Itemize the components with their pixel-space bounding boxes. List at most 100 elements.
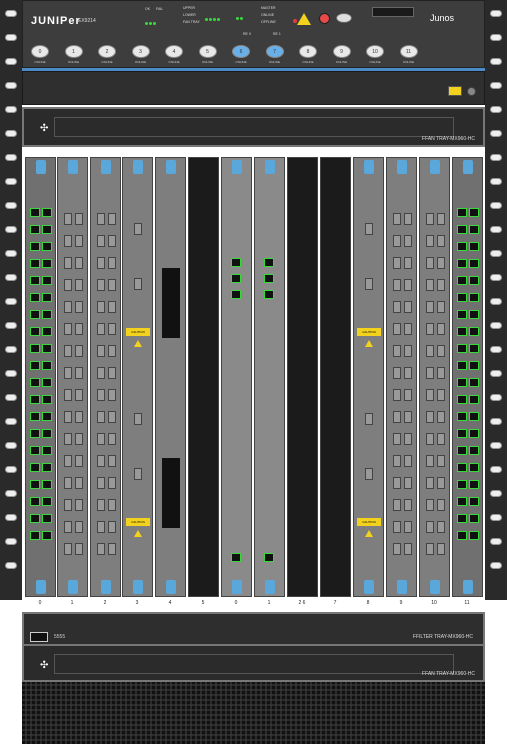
sfp-port[interactable] xyxy=(437,257,445,269)
sfp-port[interactable] xyxy=(404,477,412,489)
sfp-port[interactable] xyxy=(393,367,401,379)
sfp-port[interactable] xyxy=(64,367,72,379)
rj45-port[interactable] xyxy=(469,208,479,217)
ejector-latch-top[interactable] xyxy=(264,160,275,174)
sfp-port[interactable] xyxy=(393,477,401,489)
sfp-port[interactable] xyxy=(426,521,434,533)
ejector-latch-top[interactable] xyxy=(429,160,440,174)
rj45-port[interactable] xyxy=(42,242,52,251)
ejector-latch-top[interactable] xyxy=(231,160,242,174)
sfp-port[interactable] xyxy=(393,301,401,313)
sfp-port[interactable] xyxy=(404,543,412,555)
sfp-port[interactable] xyxy=(108,301,116,313)
sfp-port[interactable] xyxy=(393,389,401,401)
rj45-port[interactable] xyxy=(457,259,467,268)
slot-3-mic[interactable]: CAUTION CAUTION xyxy=(122,157,153,597)
slot-6-re[interactable] xyxy=(221,157,252,597)
sfp-port[interactable] xyxy=(393,257,401,269)
sfp-port[interactable] xyxy=(426,389,434,401)
ejector-latch-bottom[interactable] xyxy=(231,580,242,594)
sfp-port[interactable] xyxy=(64,543,72,555)
rj45-port[interactable] xyxy=(30,531,40,540)
rj45-port[interactable] xyxy=(30,259,40,268)
sfp-port[interactable] xyxy=(64,235,72,247)
rj45-port[interactable] xyxy=(457,225,467,234)
sfp-port[interactable] xyxy=(437,389,445,401)
sfp-port[interactable] xyxy=(97,323,105,335)
sfp-port[interactable] xyxy=(64,389,72,401)
sfp-port[interactable] xyxy=(97,499,105,511)
sfp-port[interactable] xyxy=(75,411,83,423)
sfp-port[interactable] xyxy=(97,257,105,269)
sfp-port[interactable] xyxy=(108,323,116,335)
sfp-port[interactable] xyxy=(108,257,116,269)
sfp-port[interactable] xyxy=(393,543,401,555)
ejector-latch-bottom[interactable] xyxy=(363,580,374,594)
rj45-port[interactable] xyxy=(42,344,52,353)
re-console-port[interactable] xyxy=(231,553,241,562)
rj45-port[interactable] xyxy=(457,412,467,421)
acknowledge-button[interactable] xyxy=(336,13,352,23)
sfp-port[interactable] xyxy=(426,499,434,511)
rj45-port[interactable] xyxy=(42,327,52,336)
rj45-port[interactable] xyxy=(30,446,40,455)
sfp-port[interactable] xyxy=(75,543,83,555)
rj45-port[interactable] xyxy=(469,412,479,421)
rj45-port[interactable] xyxy=(30,395,40,404)
sfp-port[interactable] xyxy=(97,411,105,423)
ejector-latch-top[interactable] xyxy=(67,160,78,174)
ejector-latch-bottom[interactable] xyxy=(67,580,78,594)
cfp-port[interactable] xyxy=(365,468,373,480)
rj45-port[interactable] xyxy=(42,378,52,387)
slot-4-blank[interactable] xyxy=(155,157,186,597)
sfp-port[interactable] xyxy=(64,455,72,467)
rj45-port[interactable] xyxy=(30,310,40,319)
sfp-port[interactable] xyxy=(97,543,105,555)
sfp-port[interactable] xyxy=(404,257,412,269)
ejector-latch-top[interactable] xyxy=(165,160,176,174)
rj45-port[interactable] xyxy=(457,429,467,438)
sfp-port[interactable] xyxy=(75,477,83,489)
sfp-port[interactable] xyxy=(75,257,83,269)
rj45-port[interactable] xyxy=(42,412,52,421)
rj45-port[interactable] xyxy=(457,514,467,523)
sfp-port[interactable] xyxy=(426,345,434,357)
sfp-port[interactable] xyxy=(97,213,105,225)
rj45-port[interactable] xyxy=(457,344,467,353)
sfp-port[interactable] xyxy=(108,235,116,247)
fpc-button-8[interactable]: 8 xyxy=(299,45,317,58)
ejector-latch-top[interactable] xyxy=(100,160,111,174)
rj45-port[interactable] xyxy=(30,276,40,285)
rj45-port[interactable] xyxy=(30,327,40,336)
rj45-port[interactable] xyxy=(30,412,40,421)
rj45-port[interactable] xyxy=(30,344,40,353)
fpc-button-6[interactable]: 6 xyxy=(232,45,250,58)
slot-13-rj[interactable] xyxy=(452,157,483,597)
sfp-port[interactable] xyxy=(64,521,72,533)
fpc-button-9[interactable]: 9 xyxy=(332,45,351,58)
rj45-port[interactable] xyxy=(469,378,479,387)
slot-11-sfp[interactable] xyxy=(386,157,417,597)
re-management-port[interactable] xyxy=(231,258,241,267)
slot-7-re[interactable] xyxy=(254,157,285,597)
sfp-port[interactable] xyxy=(97,279,105,291)
sfp-port[interactable] xyxy=(404,411,412,423)
rj45-port[interactable] xyxy=(30,480,40,489)
cfp-port[interactable] xyxy=(134,468,142,480)
sfp-port[interactable] xyxy=(64,257,72,269)
sfp-port[interactable] xyxy=(108,455,116,467)
sfp-port[interactable] xyxy=(393,235,401,247)
rj45-port[interactable] xyxy=(469,225,479,234)
sfp-port[interactable] xyxy=(64,301,72,313)
rj45-port[interactable] xyxy=(30,429,40,438)
sfp-port[interactable] xyxy=(64,499,72,511)
sfp-port[interactable] xyxy=(404,301,412,313)
sfp-port[interactable] xyxy=(97,235,105,247)
rj45-port[interactable] xyxy=(42,293,52,302)
rj45-port[interactable] xyxy=(457,310,467,319)
sfp-port[interactable] xyxy=(404,499,412,511)
cfp-port[interactable] xyxy=(134,278,142,290)
sfp-port[interactable] xyxy=(108,279,116,291)
cfp-port[interactable] xyxy=(365,413,373,425)
rj45-port[interactable] xyxy=(42,531,52,540)
